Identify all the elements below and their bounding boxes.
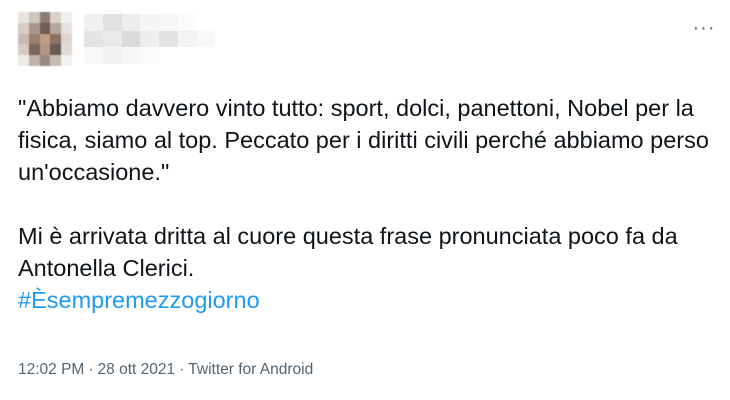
tweet-metadata: 12:02 PM · 28 ott 2021 · Twitter for And…	[18, 361, 313, 379]
hashtag-link[interactable]: #Èsempremezzogiorno	[18, 287, 260, 313]
tweet-source[interactable]: Twitter for Android	[188, 361, 313, 379]
more-options-button[interactable]: ···	[690, 18, 718, 38]
tweet-time[interactable]: 12:02 PM	[18, 361, 84, 379]
tweet-text: "Abbiamo davvero vinto tutto: sport, dol…	[18, 92, 718, 316]
more-horizontal-icon: ···	[692, 17, 716, 39]
tweet-paragraph-comment: Mi è arrivata dritta al cuore questa fra…	[18, 223, 678, 281]
meta-separator: ·	[88, 361, 94, 378]
meta-separator: ·	[179, 361, 185, 378]
avatar[interactable]	[18, 12, 72, 66]
tweet-date[interactable]: 28 ott 2021	[98, 361, 176, 379]
user-name-redacted[interactable]	[84, 14, 234, 64]
tweet-paragraph-quote: "Abbiamo davvero vinto tutto: sport, dol…	[18, 95, 709, 185]
